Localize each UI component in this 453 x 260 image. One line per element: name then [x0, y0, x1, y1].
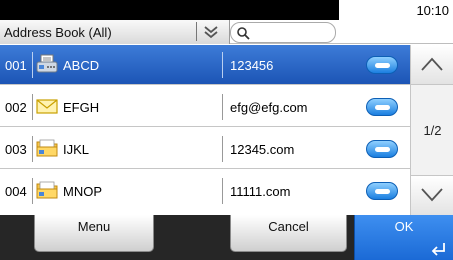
- scroll-panel: 1/2: [410, 45, 453, 215]
- column-divider: [32, 52, 33, 78]
- ok-label: OK: [394, 219, 414, 234]
- fax-icon: [36, 54, 58, 73]
- entry-number: 003: [5, 142, 27, 157]
- more-icon: [375, 189, 390, 194]
- entry-name: MNOP: [63, 184, 102, 199]
- enter-icon: [431, 243, 445, 256]
- list-item[interactable]: 002 EFGH efg@efg.com: [0, 87, 410, 127]
- scroll-up-button[interactable]: [411, 45, 453, 85]
- ok-button[interactable]: OK: [354, 215, 453, 260]
- entry-destination: efg@efg.com: [230, 100, 308, 115]
- list-item[interactable]: 003 IJKL 12345.com: [0, 129, 410, 169]
- scroll-down-button[interactable]: [411, 175, 453, 215]
- entry-number: 002: [5, 100, 27, 115]
- column-divider: [222, 52, 223, 78]
- address-book-label: Address Book (All): [4, 25, 112, 40]
- chevron-down-icon: [421, 188, 443, 202]
- status-blank-area: [339, 0, 393, 20]
- more-icon: [375, 105, 390, 110]
- column-divider: [222, 136, 223, 162]
- double-chevron-down-icon: [204, 26, 218, 39]
- clock: 10:10: [416, 3, 449, 18]
- entry-number: 004: [5, 184, 27, 199]
- entry-name: IJKL: [63, 142, 90, 157]
- entry-number: 001: [5, 58, 27, 73]
- detail-button[interactable]: [366, 182, 398, 200]
- status-message-area: [0, 0, 339, 20]
- menu-label: Menu: [77, 219, 111, 234]
- column-divider: [222, 94, 223, 120]
- cancel-label: Cancel: [268, 219, 309, 234]
- folder-icon: [36, 181, 58, 199]
- chevron-up-icon: [421, 57, 443, 71]
- address-list: 001 ABCD 123456 002 EFGH efg@efg.com 003: [0, 45, 410, 215]
- search-button[interactable]: [230, 22, 336, 43]
- more-icon: [375, 63, 390, 68]
- more-icon: [375, 147, 390, 152]
- column-divider: [32, 178, 33, 204]
- bottom-bar: Menu Cancel OK: [0, 215, 453, 260]
- page-indicator: 1/2: [423, 123, 442, 138]
- envelope-icon: [36, 99, 58, 114]
- column-divider: [32, 136, 33, 162]
- entry-destination: 12345.com: [230, 142, 295, 157]
- entry-name: ABCD: [63, 58, 100, 73]
- folder-icon: [36, 139, 58, 157]
- toolbar: Address Book (All): [0, 20, 453, 44]
- column-divider: [32, 94, 33, 120]
- menu-button[interactable]: Menu: [34, 215, 154, 252]
- entry-name: EFGH: [63, 100, 100, 115]
- detail-button[interactable]: [366, 140, 398, 158]
- status-bar: 10:10: [0, 0, 453, 20]
- column-divider: [222, 178, 223, 204]
- address-book-select[interactable]: Address Book (All): [0, 20, 230, 44]
- detail-button[interactable]: [366, 98, 398, 116]
- entry-destination: 123456: [230, 58, 274, 73]
- cancel-button[interactable]: Cancel: [230, 215, 347, 252]
- select-divider: [196, 22, 197, 41]
- list-item[interactable]: 004 MNOP 11111.com: [0, 171, 410, 215]
- entry-destination: 11111.com: [230, 184, 291, 199]
- detail-button[interactable]: [366, 56, 398, 74]
- search-icon: [237, 27, 250, 40]
- list-item[interactable]: 001 ABCD 123456: [0, 45, 410, 85]
